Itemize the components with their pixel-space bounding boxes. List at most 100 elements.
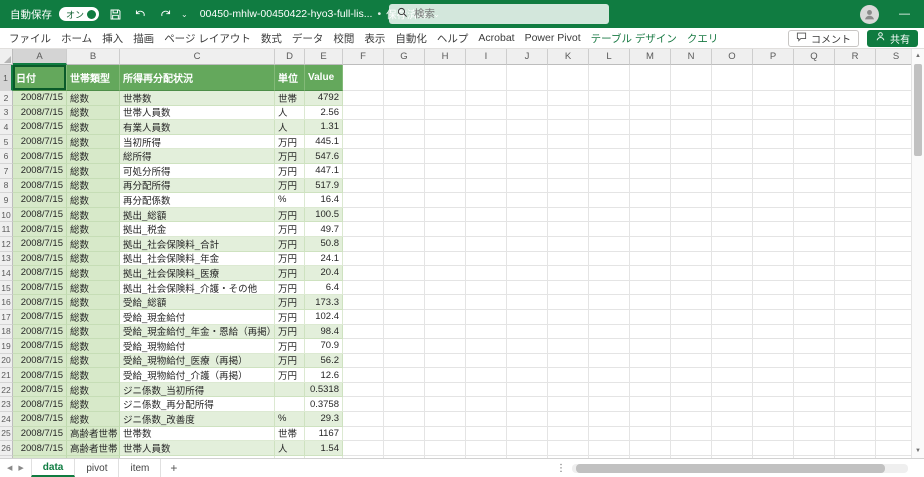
ribbon-tab-0[interactable]: ファイル xyxy=(4,28,56,48)
save-icon[interactable] xyxy=(106,4,124,24)
cell-K15[interactable] xyxy=(548,281,589,296)
cell-R23[interactable] xyxy=(835,397,876,412)
cell-C11[interactable]: 拠出_税金 xyxy=(120,222,275,237)
cell-M21[interactable] xyxy=(630,368,671,383)
scroll-down-icon[interactable]: ▼ xyxy=(912,444,924,458)
table-header-A1[interactable]: 日付 xyxy=(13,65,67,91)
row-header-25[interactable]: 25 xyxy=(0,427,13,442)
cell-L16[interactable] xyxy=(589,295,630,310)
cell-C3[interactable]: 世帯人員数 xyxy=(120,106,275,121)
row-header-20[interactable]: 20 xyxy=(0,354,13,369)
scroll-up-icon[interactable]: ▲ xyxy=(912,49,924,63)
cell-R2[interactable] xyxy=(835,91,876,106)
cell-O1[interactable] xyxy=(712,65,753,91)
cell-L4[interactable] xyxy=(589,120,630,135)
cell-N11[interactable] xyxy=(671,222,712,237)
cell-S8[interactable] xyxy=(876,179,911,194)
cell-L17[interactable] xyxy=(589,310,630,325)
cell-G18[interactable] xyxy=(384,325,425,340)
cell-C7[interactable]: 可処分所得 xyxy=(120,164,275,179)
cell-E6[interactable]: 547.6 xyxy=(305,149,343,164)
cell-M12[interactable] xyxy=(630,237,671,252)
cell-H13[interactable] xyxy=(425,252,466,267)
cell-D12[interactable]: 万円 xyxy=(275,237,305,252)
cell-S26[interactable] xyxy=(876,441,911,456)
cell-J3[interactable] xyxy=(507,106,548,121)
ribbon-tab-11[interactable]: Acrobat xyxy=(473,28,519,48)
cell-J26[interactable] xyxy=(507,441,548,456)
cell-G22[interactable] xyxy=(384,383,425,398)
cell-A8[interactable]: 2008/7/15 xyxy=(13,179,67,194)
row-header-7[interactable]: 7 xyxy=(0,164,13,179)
cell-G21[interactable] xyxy=(384,368,425,383)
cell-R13[interactable] xyxy=(835,252,876,267)
cell-H25[interactable] xyxy=(425,427,466,442)
cell-P20[interactable] xyxy=(753,354,794,369)
cell-I1[interactable] xyxy=(466,65,507,91)
cell-Q16[interactable] xyxy=(794,295,835,310)
cell-K19[interactable] xyxy=(548,339,589,354)
cell-F26[interactable] xyxy=(343,441,384,456)
cell-F13[interactable] xyxy=(343,252,384,267)
cell-O11[interactable] xyxy=(712,222,753,237)
row-header-19[interactable]: 19 xyxy=(0,339,13,354)
cell-L25[interactable] xyxy=(589,427,630,442)
cell-S17[interactable] xyxy=(876,310,911,325)
cell-M17[interactable] xyxy=(630,310,671,325)
cell-K14[interactable] xyxy=(548,266,589,281)
cell-Q24[interactable] xyxy=(794,412,835,427)
cell-O17[interactable] xyxy=(712,310,753,325)
cell-S21[interactable] xyxy=(876,368,911,383)
row-header-5[interactable]: 5 xyxy=(0,135,13,150)
sheet-tab-data[interactable]: data xyxy=(31,459,76,477)
cell-Q11[interactable] xyxy=(794,222,835,237)
cell-S16[interactable] xyxy=(876,295,911,310)
cell-H22[interactable] xyxy=(425,383,466,398)
cell-C16[interactable]: 受給_総額 xyxy=(120,295,275,310)
row-header-8[interactable]: 8 xyxy=(0,179,13,194)
ribbon-tab-3[interactable]: 描画 xyxy=(128,28,159,48)
cell-A26[interactable]: 2008/7/15 xyxy=(13,441,67,456)
cell-S9[interactable] xyxy=(876,193,911,208)
cell-G7[interactable] xyxy=(384,164,425,179)
cell-Q25[interactable] xyxy=(794,427,835,442)
row-header-22[interactable]: 22 xyxy=(0,383,13,398)
cell-I5[interactable] xyxy=(466,135,507,150)
cell-J15[interactable] xyxy=(507,281,548,296)
cell-L13[interactable] xyxy=(589,252,630,267)
cell-F2[interactable] xyxy=(343,91,384,106)
cell-J16[interactable] xyxy=(507,295,548,310)
cell-J4[interactable] xyxy=(507,120,548,135)
sheet-tab-pivot[interactable]: pivot xyxy=(75,459,119,477)
cell-L11[interactable] xyxy=(589,222,630,237)
ribbon-tab-12[interactable]: Power Pivot xyxy=(520,28,586,48)
cell-A17[interactable]: 2008/7/15 xyxy=(13,310,67,325)
cell-J23[interactable] xyxy=(507,397,548,412)
cell-I9[interactable] xyxy=(466,193,507,208)
cell-K11[interactable] xyxy=(548,222,589,237)
cell-B11[interactable]: 総数 xyxy=(67,222,120,237)
cell-R11[interactable] xyxy=(835,222,876,237)
cell-I3[interactable] xyxy=(466,106,507,121)
search-input[interactable] xyxy=(414,8,584,20)
cell-L10[interactable] xyxy=(589,208,630,223)
previous-sheet-icon[interactable]: ◀ xyxy=(7,464,12,472)
cell-J22[interactable] xyxy=(507,383,548,398)
cell-B3[interactable]: 総数 xyxy=(67,106,120,121)
cell-I21[interactable] xyxy=(466,368,507,383)
column-header-A[interactable]: A xyxy=(13,49,67,65)
cell-Q20[interactable] xyxy=(794,354,835,369)
cell-K12[interactable] xyxy=(548,237,589,252)
sheet-tab-item[interactable]: item xyxy=(119,459,161,477)
cell-I8[interactable] xyxy=(466,179,507,194)
cell-E19[interactable]: 70.9 xyxy=(305,339,343,354)
cell-L12[interactable] xyxy=(589,237,630,252)
cell-G26[interactable] xyxy=(384,441,425,456)
cell-P17[interactable] xyxy=(753,310,794,325)
cell-J12[interactable] xyxy=(507,237,548,252)
horizontal-scrollbar[interactable] xyxy=(572,464,908,473)
cell-P9[interactable] xyxy=(753,193,794,208)
cell-C17[interactable]: 受給_現金給付 xyxy=(120,310,275,325)
cell-S13[interactable] xyxy=(876,252,911,267)
cell-C18[interactable]: 受給_現金給付_年金・恩給（再掲） xyxy=(120,325,275,340)
